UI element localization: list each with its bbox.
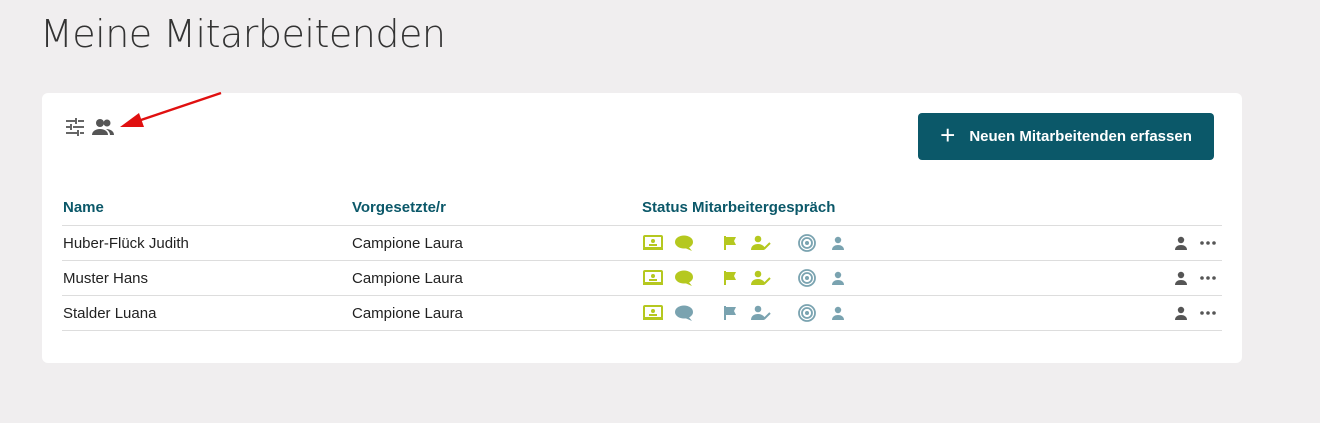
more-options-icon[interactable]: [1200, 311, 1216, 315]
person-icon[interactable]: [827, 233, 849, 253]
person-icon[interactable]: [827, 268, 849, 288]
person-icon[interactable]: [1174, 306, 1188, 320]
person-icon[interactable]: [827, 303, 849, 323]
employee-name[interactable]: Huber-Flück Judith: [62, 235, 352, 252]
chat-bubble-icon[interactable]: [673, 303, 695, 323]
flag-icon[interactable]: [719, 268, 741, 288]
employees-table: Name Vorgesetzte/r Status Mitarbeiterges…: [62, 189, 1222, 331]
flag-icon[interactable]: [719, 233, 741, 253]
chat-bubble-icon[interactable]: [673, 233, 695, 253]
person-icon[interactable]: [1174, 236, 1188, 250]
presentation-icon[interactable]: [642, 268, 664, 288]
status-icons: [642, 233, 858, 253]
employee-name[interactable]: Muster Hans: [62, 270, 352, 287]
supervisor-name: Campione Laura: [352, 234, 463, 252]
chat-bubble-icon[interactable]: [673, 268, 695, 288]
presentation-icon[interactable]: [642, 233, 664, 253]
more-options-icon[interactable]: [1200, 241, 1216, 245]
add-employee-button[interactable]: + Neuen Mitarbeitenden erfassen: [918, 113, 1214, 160]
header-supervisor[interactable]: Vorgesetzte/r: [352, 199, 642, 216]
plus-icon: +: [940, 120, 956, 150]
tune-sliders-icon[interactable]: [64, 117, 86, 137]
person-check-icon[interactable]: [750, 303, 772, 323]
view-toolbar: [64, 117, 114, 137]
target-icon[interactable]: [796, 268, 818, 288]
table-row[interactable]: Stalder Luana Campione Laura: [62, 296, 1222, 331]
status-icons: [642, 268, 858, 288]
add-employee-label: Neuen Mitarbeitenden erfassen: [969, 128, 1192, 145]
header-name[interactable]: Name: [62, 199, 352, 216]
header-status: Status Mitarbeitergespräch: [642, 198, 836, 216]
employee-name[interactable]: Stalder Luana: [62, 305, 352, 322]
target-icon[interactable]: [796, 233, 818, 253]
supervisor-name: Campione Laura: [352, 269, 463, 287]
more-options-icon[interactable]: [1200, 276, 1216, 280]
page-title: Meine Mitarbeitenden: [40, 12, 446, 56]
person-check-icon[interactable]: [750, 268, 772, 288]
target-icon[interactable]: [796, 303, 818, 323]
employees-card: + Neuen Mitarbeitenden erfassen Name Vor…: [42, 93, 1242, 363]
status-icons: [642, 303, 858, 323]
table-row[interactable]: Huber-Flück Judith Campione Laura: [62, 226, 1222, 261]
table-row[interactable]: Muster Hans Campione Laura: [62, 261, 1222, 296]
person-check-icon[interactable]: [750, 233, 772, 253]
table-header: Name Vorgesetzte/r Status Mitarbeiterges…: [62, 189, 1222, 226]
people-group-icon[interactable]: [92, 117, 114, 137]
person-icon[interactable]: [1174, 271, 1188, 285]
flag-icon[interactable]: [719, 303, 741, 323]
presentation-icon[interactable]: [642, 303, 664, 323]
supervisor-name: Campione Laura: [352, 304, 463, 322]
